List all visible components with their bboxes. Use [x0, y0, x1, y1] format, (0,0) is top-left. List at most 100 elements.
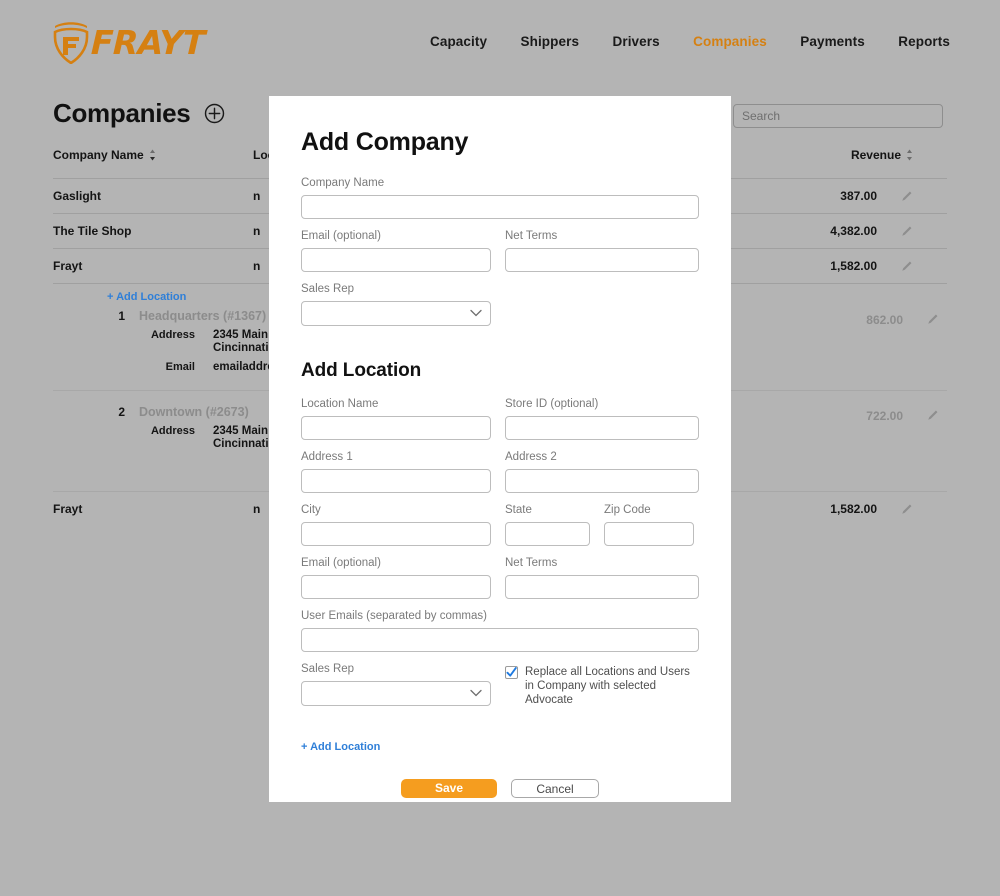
- field-company-name: Company Name: [301, 177, 699, 219]
- nav-item-drivers[interactable]: Drivers: [613, 34, 660, 49]
- cancel-button[interactable]: Cancel: [511, 779, 599, 798]
- edit-row-button[interactable]: [877, 503, 921, 515]
- replace-advocate-checkbox[interactable]: [505, 666, 518, 679]
- edit-row-button[interactable]: [877, 225, 921, 237]
- field-city: City: [301, 504, 491, 546]
- cell-company-name: The Tile Shop: [53, 224, 132, 238]
- field-location-net-terms: Net Terms: [505, 557, 699, 599]
- label-state: State: [505, 504, 532, 516]
- city-input[interactable]: [301, 522, 491, 546]
- add-company-icon[interactable]: [204, 103, 225, 124]
- field-location-sales-rep: Sales Rep: [301, 663, 491, 708]
- edit-location-button[interactable]: [903, 405, 947, 421]
- company-sales-rep-select[interactable]: [301, 301, 491, 326]
- label-company-sales-rep: Sales Rep: [301, 283, 355, 295]
- location-name-input[interactable]: [301, 416, 491, 440]
- cell-company-name: Gaslight: [53, 189, 102, 203]
- store-id-input[interactable]: [505, 416, 699, 440]
- location-number: 2: [118, 405, 125, 419]
- modal-add-location-link[interactable]: + Add Location: [301, 741, 699, 753]
- frayt-logo[interactable]: FRAYT: [53, 20, 205, 64]
- cell-amount: 722.00: [866, 409, 903, 423]
- label-company-net-terms: Net Terms: [505, 230, 558, 242]
- frayt-shield-icon: [53, 22, 89, 64]
- field-state: State: [505, 504, 590, 546]
- field-store-id: Store ID (optional): [505, 398, 699, 440]
- save-button[interactable]: Save: [401, 779, 497, 798]
- address1-input[interactable]: [301, 469, 491, 493]
- location-sales-rep-select[interactable]: [301, 681, 491, 706]
- edit-row-button[interactable]: [877, 190, 921, 202]
- field-company-net-terms: Net Terms: [505, 230, 699, 272]
- field-zip-code: Zip Code: [604, 504, 694, 546]
- company-net-terms-input[interactable]: [505, 248, 699, 272]
- nav-item-reports[interactable]: Reports: [898, 34, 950, 49]
- label-user-emails: User Emails (separated by commas): [301, 610, 487, 622]
- nav-item-payments[interactable]: Payments: [800, 34, 865, 49]
- add-company-modal: Add Company Company Name Email (optional…: [269, 96, 731, 802]
- frayt-logo-text: FRAYT: [90, 22, 206, 62]
- field-user-emails: User Emails (separated by commas): [301, 610, 699, 652]
- field-address2: Address 2: [505, 451, 699, 493]
- chevron-down-icon: [470, 689, 482, 697]
- label-address1: Address 1: [301, 451, 353, 463]
- location-email-input[interactable]: [301, 575, 491, 599]
- label-city: City: [301, 504, 321, 516]
- field-company-sales-rep: Sales Rep: [301, 283, 491, 326]
- pencil-icon: [928, 410, 938, 420]
- label-zip-code: Zip Code: [604, 504, 651, 516]
- search-input[interactable]: [733, 104, 943, 128]
- detail-key: Email: [165, 361, 195, 373]
- user-emails-input[interactable]: [301, 628, 699, 652]
- pencil-icon: [902, 191, 912, 201]
- pencil-icon: [928, 314, 938, 324]
- address2-input[interactable]: [505, 469, 699, 493]
- zip-code-input[interactable]: [604, 522, 694, 546]
- column-header-revenue-label: Revenue: [850, 148, 901, 162]
- label-address2: Address 2: [505, 451, 557, 463]
- cell-company-name: Frayt: [53, 502, 83, 516]
- cell-amount: 862.00: [866, 313, 903, 327]
- sort-icon: [149, 149, 155, 161]
- column-header-company-name[interactable]: Company Name: [53, 148, 253, 162]
- location-number: 1: [118, 309, 125, 323]
- cell-amount: 1,582.00: [830, 502, 877, 516]
- top-navigation-bar: FRAYT Capacity Shippers Drivers Companie…: [0, 0, 1000, 84]
- field-location-email: Email (optional): [301, 557, 491, 599]
- chevron-down-icon: [470, 309, 482, 317]
- detail-key: Address: [150, 329, 195, 341]
- label-company-email: Email (optional): [301, 230, 381, 242]
- edit-row-button[interactable]: [877, 260, 921, 272]
- label-location-email: Email (optional): [301, 557, 381, 569]
- label-location-net-terms: Net Terms: [505, 557, 558, 569]
- state-input[interactable]: [505, 522, 590, 546]
- field-replace-advocate: Replace all Locations and Users in Compa…: [505, 663, 699, 708]
- cell-amount: 1,582.00: [830, 259, 877, 273]
- pencil-icon: [902, 504, 912, 514]
- label-store-id: Store ID (optional): [505, 398, 599, 410]
- modal-actions: Save Cancel: [301, 779, 699, 798]
- label-location-sales-rep: Sales Rep: [301, 663, 355, 675]
- company-name-input[interactable]: [301, 195, 699, 219]
- cell-company-name: Frayt: [53, 259, 83, 273]
- location-net-terms-input[interactable]: [505, 575, 699, 599]
- nav-item-shippers[interactable]: Shippers: [521, 34, 580, 49]
- edit-location-button[interactable]: [903, 309, 947, 325]
- field-location-name: Location Name: [301, 398, 491, 440]
- page-title: Companies: [53, 98, 191, 128]
- column-header-company-name-label: Company Name: [53, 148, 144, 162]
- replace-advocate-label: Replace all Locations and Users in Compa…: [525, 666, 690, 706]
- field-company-email: Email (optional): [301, 230, 491, 272]
- pencil-icon: [902, 261, 912, 271]
- nav-item-companies[interactable]: Companies: [693, 34, 767, 49]
- field-address1: Address 1: [301, 451, 491, 493]
- sort-icon: [907, 149, 912, 161]
- location-name: Downtown (#2673): [139, 405, 249, 419]
- detail-key: Address: [150, 425, 195, 437]
- add-location-section-title: Add Location: [301, 360, 422, 381]
- nav-item-capacity[interactable]: Capacity: [430, 34, 487, 49]
- company-email-input[interactable]: [301, 248, 491, 272]
- page-header: Companies: [53, 98, 225, 129]
- pencil-icon: [902, 226, 912, 236]
- cell-amount: 387.00: [840, 189, 877, 203]
